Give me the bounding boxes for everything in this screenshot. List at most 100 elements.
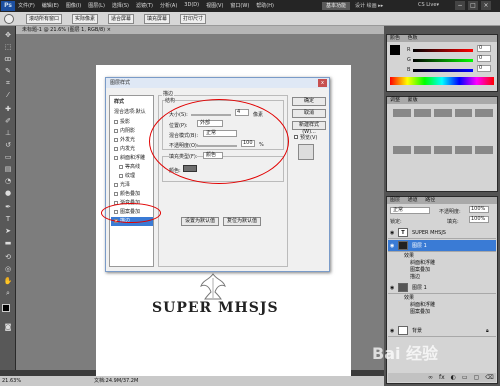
style-item-bevel-emboss[interactable]: 斜面和浮雕 bbox=[111, 154, 153, 163]
layer-opacity-input[interactable]: 100% bbox=[469, 206, 489, 213]
tab-paths[interactable]: 路径 bbox=[425, 197, 435, 203]
checkbox[interactable] bbox=[114, 146, 118, 151]
levels-icon[interactable] bbox=[413, 109, 432, 117]
3d-tool-icon[interactable]: ⟲ bbox=[3, 252, 13, 262]
effect-row[interactable]: 图案叠加 bbox=[388, 309, 496, 316]
new-style-button[interactable]: 新建样式(W)... bbox=[292, 121, 326, 135]
layer-row-selected[interactable]: ◉ 图层 1 bbox=[388, 240, 496, 252]
visibility-eye-icon[interactable]: ◉ bbox=[390, 325, 396, 337]
style-item-texture[interactable]: 纹理 bbox=[111, 172, 153, 181]
quick-select-tool-icon[interactable]: ✎ bbox=[3, 66, 13, 76]
color-spectrum[interactable] bbox=[390, 77, 494, 85]
layer-blend-mode-select[interactable]: 正常 bbox=[390, 207, 430, 214]
photo-filter-icon[interactable] bbox=[454, 145, 473, 154]
checkbox[interactable] bbox=[114, 128, 118, 133]
zoom-level[interactable]: 21.63% bbox=[2, 376, 21, 386]
effects-row[interactable]: 效果 bbox=[388, 253, 496, 260]
zoom-tool-icon[interactable]: ⌕ bbox=[3, 288, 13, 298]
tab-masks[interactable]: 蒙版 bbox=[408, 97, 418, 103]
brush-tool-icon[interactable]: ✐ bbox=[3, 116, 13, 126]
print-size-button[interactable]: 打印尺寸 bbox=[180, 14, 207, 24]
type-tool-icon[interactable]: T bbox=[3, 214, 13, 224]
checkbox[interactable] bbox=[119, 164, 123, 169]
checkbox[interactable] bbox=[119, 173, 123, 178]
blue-input[interactable]: 0 bbox=[477, 65, 491, 72]
shape-tool-icon[interactable]: ▬ bbox=[3, 238, 13, 248]
channel-mixer-icon[interactable] bbox=[475, 145, 493, 154]
dialog-close-button[interactable]: x bbox=[318, 79, 327, 87]
mask-icon[interactable]: ◐ bbox=[451, 373, 456, 382]
close-button[interactable]: × bbox=[481, 1, 491, 10]
checkbox[interactable] bbox=[114, 182, 118, 187]
menu-window[interactable]: 窗口(W) bbox=[230, 2, 249, 9]
green-slider[interactable] bbox=[413, 59, 473, 62]
exposure-icon[interactable] bbox=[454, 109, 473, 117]
fill-input[interactable]: 100% bbox=[469, 216, 489, 223]
menu-file[interactable]: 文件(F) bbox=[18, 2, 35, 9]
preview-checkbox[interactable]: 预览(V) bbox=[294, 134, 317, 141]
eyedropper-tool-icon[interactable]: ⁄ bbox=[3, 90, 13, 100]
style-item-contour[interactable]: 等高线 bbox=[111, 163, 153, 172]
menu-layer[interactable]: 图层(L) bbox=[88, 2, 105, 9]
fg-color-swatch[interactable] bbox=[390, 45, 400, 55]
pen-tool-icon[interactable]: ✒ bbox=[3, 202, 13, 212]
layer-row[interactable]: ◉ T SUPER MHSJS bbox=[388, 227, 496, 239]
gradient-tool-icon[interactable]: ▤ bbox=[3, 164, 13, 174]
style-item-drop-shadow[interactable]: 投影 bbox=[111, 118, 153, 127]
new-layer-icon[interactable]: ▢ bbox=[474, 373, 480, 382]
menu-edit[interactable]: 编辑(E) bbox=[42, 2, 59, 9]
reset-default-button[interactable]: 复位为默认值 bbox=[223, 217, 261, 226]
lasso-tool-icon[interactable]: ꝏ bbox=[3, 54, 13, 64]
trash-icon[interactable]: ⌫ bbox=[485, 373, 493, 382]
scroll-all-windows-button[interactable]: 滚动所有窗口 bbox=[26, 14, 63, 24]
styles-header[interactable]: 样式 bbox=[111, 98, 153, 107]
fx-icon[interactable]: fx bbox=[439, 373, 445, 382]
tab-layers[interactable]: 图层 bbox=[390, 197, 400, 203]
tab-adjustments[interactable]: 调整 bbox=[390, 97, 400, 103]
checkbox[interactable] bbox=[294, 135, 298, 139]
menu-3d[interactable]: 3D(D) bbox=[184, 2, 199, 9]
menu-view[interactable]: 视图(V) bbox=[206, 2, 223, 9]
ok-button[interactable]: 确定 bbox=[292, 97, 326, 106]
style-item-outer-glow[interactable]: 外发光 bbox=[111, 136, 153, 145]
style-item-inner-shadow[interactable]: 内阴影 bbox=[111, 127, 153, 136]
tab-color[interactable]: 颜色 bbox=[390, 35, 400, 41]
path-select-tool-icon[interactable]: ➤ bbox=[3, 226, 13, 236]
folder-icon[interactable]: ▭ bbox=[462, 373, 468, 382]
blend-options-item[interactable]: 混合选项:默认 bbox=[111, 108, 153, 117]
menu-help[interactable]: 帮助(H) bbox=[256, 2, 274, 9]
set-default-button[interactable]: 设置为默认值 bbox=[181, 217, 219, 226]
hand-tool-icon[interactable]: ✋ bbox=[3, 276, 13, 286]
dodge-tool-icon[interactable]: ● bbox=[3, 188, 13, 198]
red-slider[interactable] bbox=[413, 49, 473, 52]
black-white-icon[interactable] bbox=[434, 145, 452, 154]
history-brush-tool-icon[interactable]: ↺ bbox=[3, 140, 13, 150]
workspace-switcher[interactable]: 设计 绘画 ▸▸ bbox=[355, 2, 383, 9]
maximize-button[interactable]: □ bbox=[468, 1, 478, 10]
tab-swatches[interactable]: 色板 bbox=[408, 35, 418, 41]
layer-row-background[interactable]: ◉ 背景 🔒︎ bbox=[388, 325, 496, 337]
style-item-color-overlay[interactable]: 颜色叠加 bbox=[111, 190, 153, 199]
effect-row[interactable]: 斜面和浮雕 bbox=[388, 302, 496, 309]
quick-mask-icon[interactable]: ◙ bbox=[3, 322, 13, 332]
stamp-tool-icon[interactable]: ⊥ bbox=[3, 128, 13, 138]
menu-analysis[interactable]: 分析(A) bbox=[160, 2, 177, 9]
effects-row[interactable]: 效果 bbox=[388, 295, 496, 302]
style-item-inner-glow[interactable]: 内发光 bbox=[111, 145, 153, 154]
eraser-tool-icon[interactable]: ▭ bbox=[3, 152, 13, 162]
workspace-button[interactable]: 基本功能 bbox=[322, 2, 350, 10]
red-input[interactable]: 0 bbox=[477, 45, 491, 52]
foreground-color-swatch[interactable] bbox=[2, 304, 10, 312]
visibility-eye-icon[interactable]: ◉ bbox=[390, 282, 396, 294]
3d-camera-tool-icon[interactable]: ◎ bbox=[3, 264, 13, 274]
green-input[interactable]: 0 bbox=[477, 55, 491, 62]
actual-pixels-button[interactable]: 实际像素 bbox=[72, 14, 99, 24]
brightness-icon[interactable] bbox=[393, 109, 411, 117]
blur-tool-icon[interactable]: ◔ bbox=[3, 176, 13, 186]
layer-row[interactable]: ◉ 图层 1 bbox=[388, 282, 496, 294]
cancel-button[interactable]: 取消 bbox=[292, 109, 326, 118]
visibility-eye-icon[interactable]: ◉ bbox=[390, 227, 396, 239]
checkbox[interactable] bbox=[114, 191, 118, 196]
effect-row[interactable]: 图案叠加 bbox=[388, 267, 496, 274]
fill-screen-button[interactable]: 填充屏幕 bbox=[144, 14, 171, 24]
